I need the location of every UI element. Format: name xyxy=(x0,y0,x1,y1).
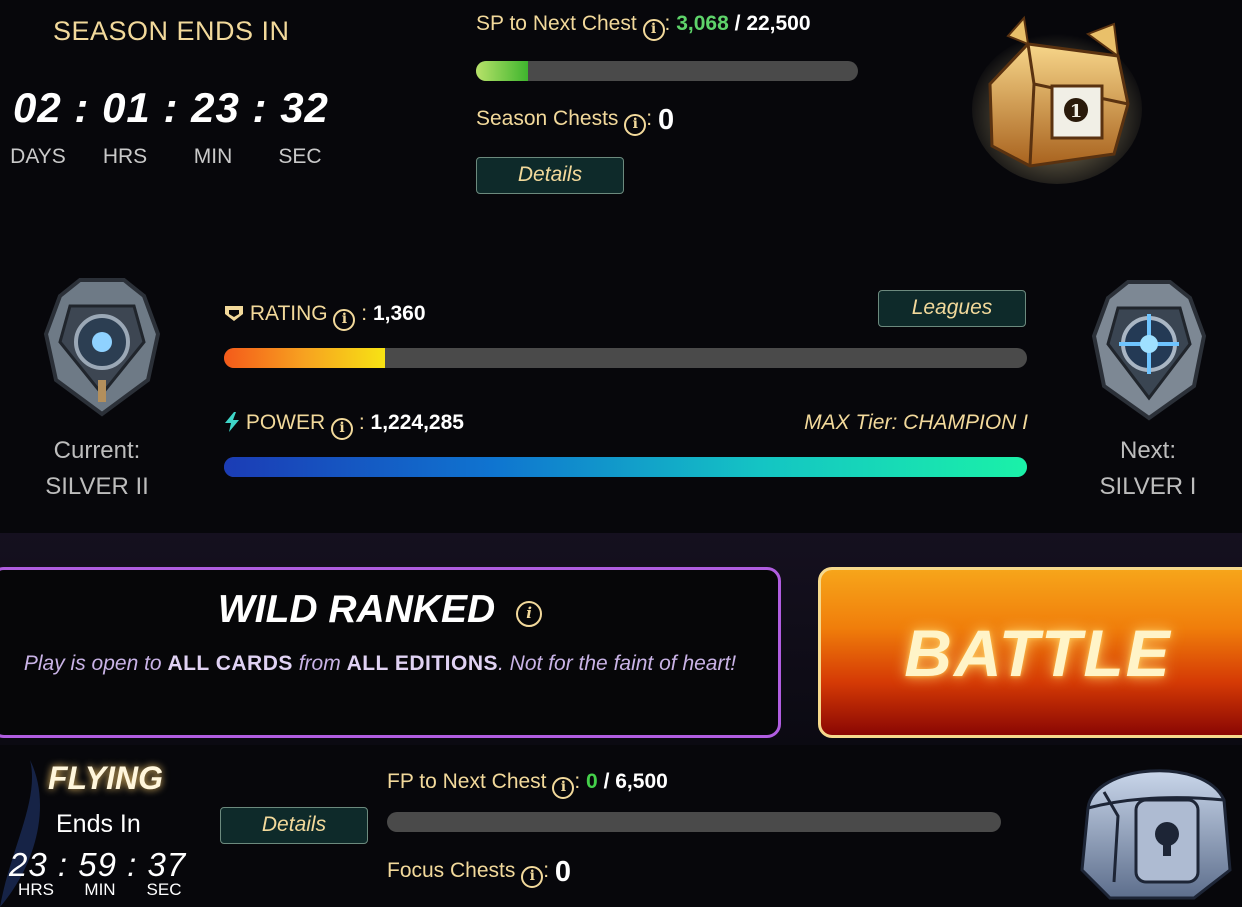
timer-separator: : xyxy=(252,84,268,131)
season-details-button[interactable]: Details xyxy=(476,157,624,194)
info-icon[interactable]: i xyxy=(516,601,543,627)
sp-label: SP to Next Chest xyxy=(476,12,637,35)
focus-hours: 23 xyxy=(9,846,48,883)
focus-hrs-unit: HRS xyxy=(18,880,54,899)
rating-label: RATING xyxy=(249,302,328,325)
fp-to-next-chest: FP to Next Chest i: 0 / 6,500 xyxy=(387,770,668,799)
svg-text:1: 1 xyxy=(1070,101,1083,122)
sp-total: 22,500 xyxy=(746,12,811,35)
focus-sec-unit: SEC xyxy=(146,880,182,899)
mode-title: WILD RANKED i xyxy=(0,588,760,632)
current-rank: Current: SILVER II xyxy=(17,433,177,505)
timer-separator: : xyxy=(74,84,90,131)
rating-progress-bar xyxy=(224,348,1027,368)
current-rank-name: SILVER II xyxy=(45,473,149,500)
timer-separator: : xyxy=(163,84,179,131)
sp-current: 3,068 xyxy=(676,12,729,35)
season-days: 02 xyxy=(13,84,62,131)
season-minutes: 23 xyxy=(191,84,240,131)
silver-shield-icon xyxy=(1088,278,1210,422)
season-chests: Season Chests i: 0 xyxy=(476,104,675,136)
sp-separator: / xyxy=(734,12,741,35)
mode-title-text: WILD RANKED xyxy=(217,588,496,631)
mode-desc-mid: from xyxy=(292,652,347,675)
info-icon[interactable]: i xyxy=(624,114,647,136)
next-rank-label: Next: xyxy=(1119,437,1176,464)
power-progress-bar xyxy=(224,457,1027,477)
season-countdown: 02 : 01 : 23 : 32 xyxy=(13,84,329,132)
fp-progress-bar xyxy=(387,812,1001,832)
timer-separator: : xyxy=(57,846,69,883)
focus-chests: Focus Chests i: 0 xyxy=(387,856,572,888)
lightning-icon xyxy=(224,411,246,434)
mode-desc-suffix: . Not for the faint of heart! xyxy=(498,652,737,675)
silver-shield-icon xyxy=(40,276,164,418)
mode-desc-all-editions: ALL EDITIONS xyxy=(346,652,499,675)
season-hours: 01 xyxy=(102,84,151,131)
season-chests-value: 0 xyxy=(657,104,675,136)
info-icon[interactable]: i xyxy=(642,19,665,41)
info-icon[interactable]: i xyxy=(521,866,544,888)
timer-separator: : xyxy=(127,846,138,883)
power-label: POWER xyxy=(245,411,326,434)
rating-badge-icon xyxy=(224,302,250,325)
focus-min-unit: MIN xyxy=(84,880,116,899)
hrs-unit: HRS xyxy=(102,145,148,168)
focus-minutes: 59 xyxy=(78,846,117,883)
gold-chest-icon: 1 xyxy=(968,14,1146,184)
mode-desc-all-cards: ALL CARDS xyxy=(167,652,293,675)
fp-separator: / xyxy=(603,770,610,793)
focus-chests-value: 0 xyxy=(554,856,572,888)
focus-seconds: 37 xyxy=(147,846,187,883)
info-icon[interactable]: i xyxy=(333,309,356,331)
rating-line: RATING i : 1,360 xyxy=(224,302,426,331)
focus-name: FLYING xyxy=(48,760,163,796)
sec-unit: SEC xyxy=(278,145,322,168)
focus-countdown: 23 : 59 : 37 xyxy=(9,846,186,884)
rating-value: 1,360 xyxy=(372,302,426,325)
max-tier: MAX Tier: CHAMPION I xyxy=(804,411,1028,434)
season-chests-label: Season Chests xyxy=(476,107,619,130)
focus-ends-in: Ends In xyxy=(56,810,141,838)
season-seconds: 32 xyxy=(280,84,329,131)
battle-button-label: BATTLE xyxy=(904,615,1172,690)
sp-progress-bar xyxy=(476,61,858,81)
focus-chests-label: Focus Chests xyxy=(387,859,516,882)
fp-label: FP to Next Chest xyxy=(387,770,547,793)
battle-button[interactable]: BATTLE xyxy=(818,567,1242,738)
fp-total: 6,500 xyxy=(615,770,668,793)
mode-desc-prefix: Play is open to xyxy=(23,652,168,675)
power-progress-fill xyxy=(224,457,1027,477)
silver-chest-icon xyxy=(1074,752,1236,902)
info-icon[interactable]: i xyxy=(331,418,354,440)
power-line: POWER i : 1,224,285 xyxy=(224,411,464,440)
next-rank-name: SILVER I xyxy=(1099,473,1197,500)
leagues-button[interactable]: Leagues xyxy=(878,290,1026,327)
next-rank: Next: SILVER I xyxy=(1068,433,1228,505)
current-rank-label: Current: xyxy=(53,437,141,464)
fp-current: 0 xyxy=(586,770,598,793)
rating-progress-fill xyxy=(224,348,385,368)
power-value: 1,224,285 xyxy=(370,411,464,434)
sp-progress-fill xyxy=(476,61,528,81)
focus-details-button[interactable]: Details xyxy=(220,807,368,844)
season-ends-title: SEASON ENDS IN xyxy=(53,16,290,46)
days-unit: DAYS xyxy=(10,145,66,168)
info-icon[interactable]: i xyxy=(552,777,575,799)
sp-to-next-chest: SP to Next Chest i: 3,068 / 22,500 xyxy=(476,12,811,41)
mode-description: Play is open to ALL CARDS from ALL EDITI… xyxy=(10,646,750,682)
min-unit: MIN xyxy=(193,145,233,168)
